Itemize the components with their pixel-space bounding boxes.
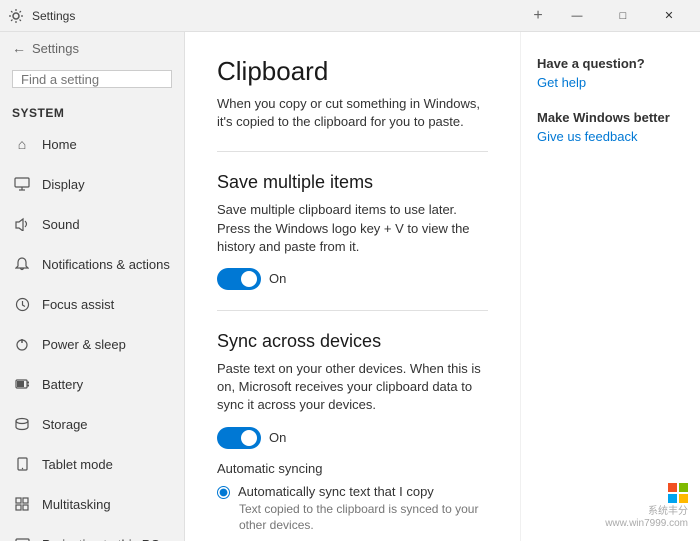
focus-icon <box>12 294 32 314</box>
sync-toggle[interactable] <box>217 427 261 449</box>
watermark: 系统丰分 www.win7999.com <box>605 480 688 529</box>
sidebar: ← Settings 🔍 System ⌂ Home Display Sound <box>0 32 185 541</box>
sidebar-app-title: Settings <box>32 41 79 56</box>
divider-1 <box>217 151 488 152</box>
radio-option-auto: Automatically sync text that I copy Text… <box>217 484 488 535</box>
sidebar-item-label: Power & sleep <box>42 337 126 352</box>
save-toggle-label: On <box>269 271 286 286</box>
projecting-icon <box>12 534 32 541</box>
radio-auto-text: Automatically sync text that I copy <box>238 484 434 499</box>
sync-toggle-knob <box>241 430 257 446</box>
sidebar-item-label: Notifications & actions <box>42 257 170 272</box>
sync-toggle-row: On <box>217 427 488 449</box>
win-logo-blue <box>668 494 677 503</box>
feedback-title: Make Windows better <box>537 110 684 125</box>
titlebar-title: Settings <box>32 9 522 23</box>
sidebar-item-label: Display <box>42 177 85 192</box>
notifications-icon <box>12 254 32 274</box>
multitasking-icon <box>12 494 32 514</box>
close-button[interactable]: ✕ <box>646 0 692 32</box>
sidebar-back-button[interactable]: ← Settings <box>0 32 184 64</box>
win-logo-red <box>668 483 677 492</box>
help-title: Have a question? <box>537 56 684 71</box>
main-content: Clipboard When you copy or cut something… <box>185 32 520 541</box>
save-toggle-knob <box>241 271 257 287</box>
sidebar-item-label: Storage <box>42 417 88 432</box>
sidebar-item-focus[interactable]: Focus assist <box>0 284 184 324</box>
minimize-button[interactable]: — <box>554 0 600 32</box>
home-icon: ⌂ <box>12 134 32 154</box>
sidebar-item-home[interactable]: ⌂ Home <box>0 124 184 164</box>
save-toggle[interactable] <box>217 268 261 290</box>
titlebar: Settings + — □ ✕ <box>0 0 700 32</box>
watermark-text: 系统丰分 <box>605 505 688 518</box>
windows-logo <box>668 483 688 503</box>
back-arrow-icon: ← <box>12 40 26 56</box>
sidebar-item-label: Battery <box>42 377 83 392</box>
window-controls: — □ ✕ <box>554 0 692 32</box>
radio-group: Automatically sync text that I copy Text… <box>217 484 488 541</box>
sound-icon <box>12 214 32 234</box>
save-toggle-row: On <box>217 268 488 290</box>
maximize-button[interactable]: □ <box>600 0 646 32</box>
win-logo-green <box>679 483 688 492</box>
radio-auto-input[interactable] <box>217 486 230 499</box>
sidebar-item-label: Home <box>42 137 77 152</box>
auto-sync-label: Automatic syncing <box>217 461 488 476</box>
sync-section-desc: Paste text on your other devices. When t… <box>217 360 488 415</box>
sidebar-item-display[interactable]: Display <box>0 164 184 204</box>
feedback-link[interactable]: Give us feedback <box>537 129 684 144</box>
storage-icon <box>12 414 32 434</box>
app-body: ← Settings 🔍 System ⌂ Home Display Sound <box>0 32 700 541</box>
page-description: When you copy or cut something in Window… <box>217 95 488 131</box>
divider-2 <box>217 310 488 311</box>
search-box[interactable]: 🔍 <box>12 70 172 88</box>
win-logo-yellow <box>679 494 688 503</box>
sidebar-item-power[interactable]: Power & sleep <box>0 324 184 364</box>
sidebar-item-label: Tablet mode <box>42 457 113 472</box>
sidebar-item-battery[interactable]: Battery <box>0 364 184 404</box>
save-section-title: Save multiple items <box>217 172 488 193</box>
page-title: Clipboard <box>217 56 488 87</box>
sidebar-item-tablet[interactable]: Tablet mode <box>0 444 184 484</box>
radio-auto-sublabel: Text copied to the clipboard is synced t… <box>217 501 488 535</box>
sidebar-item-projecting[interactable]: Projecting to this PC <box>0 524 184 541</box>
new-tab-button[interactable]: + <box>522 0 554 32</box>
sidebar-item-label: Sound <box>42 217 80 232</box>
save-section-desc: Save multiple clipboard items to use lat… <box>217 201 488 256</box>
sidebar-item-label: Projecting to this PC <box>42 537 160 541</box>
system-section-label: System <box>0 98 184 124</box>
search-input[interactable] <box>21 72 185 87</box>
sidebar-item-label: Focus assist <box>42 297 114 312</box>
sidebar-item-multitasking[interactable]: Multitasking <box>0 484 184 524</box>
tablet-icon <box>12 454 32 474</box>
settings-icon <box>8 8 24 24</box>
right-panel: Have a question? Get help Make Windows b… <box>520 32 700 541</box>
sync-toggle-label: On <box>269 430 286 445</box>
sync-section-title: Sync across devices <box>217 331 488 352</box>
battery-icon <box>12 374 32 394</box>
sidebar-item-storage[interactable]: Storage <box>0 404 184 444</box>
sidebar-item-notifications[interactable]: Notifications & actions <box>0 244 184 284</box>
sidebar-item-sound[interactable]: Sound <box>0 204 184 244</box>
display-icon <box>12 174 32 194</box>
watermark-url: www.win7999.com <box>605 518 688 529</box>
sidebar-item-label: Multitasking <box>42 497 111 512</box>
get-help-link[interactable]: Get help <box>537 75 684 90</box>
radio-auto-label[interactable]: Automatically sync text that I copy <box>217 484 488 499</box>
power-icon <box>12 334 32 354</box>
